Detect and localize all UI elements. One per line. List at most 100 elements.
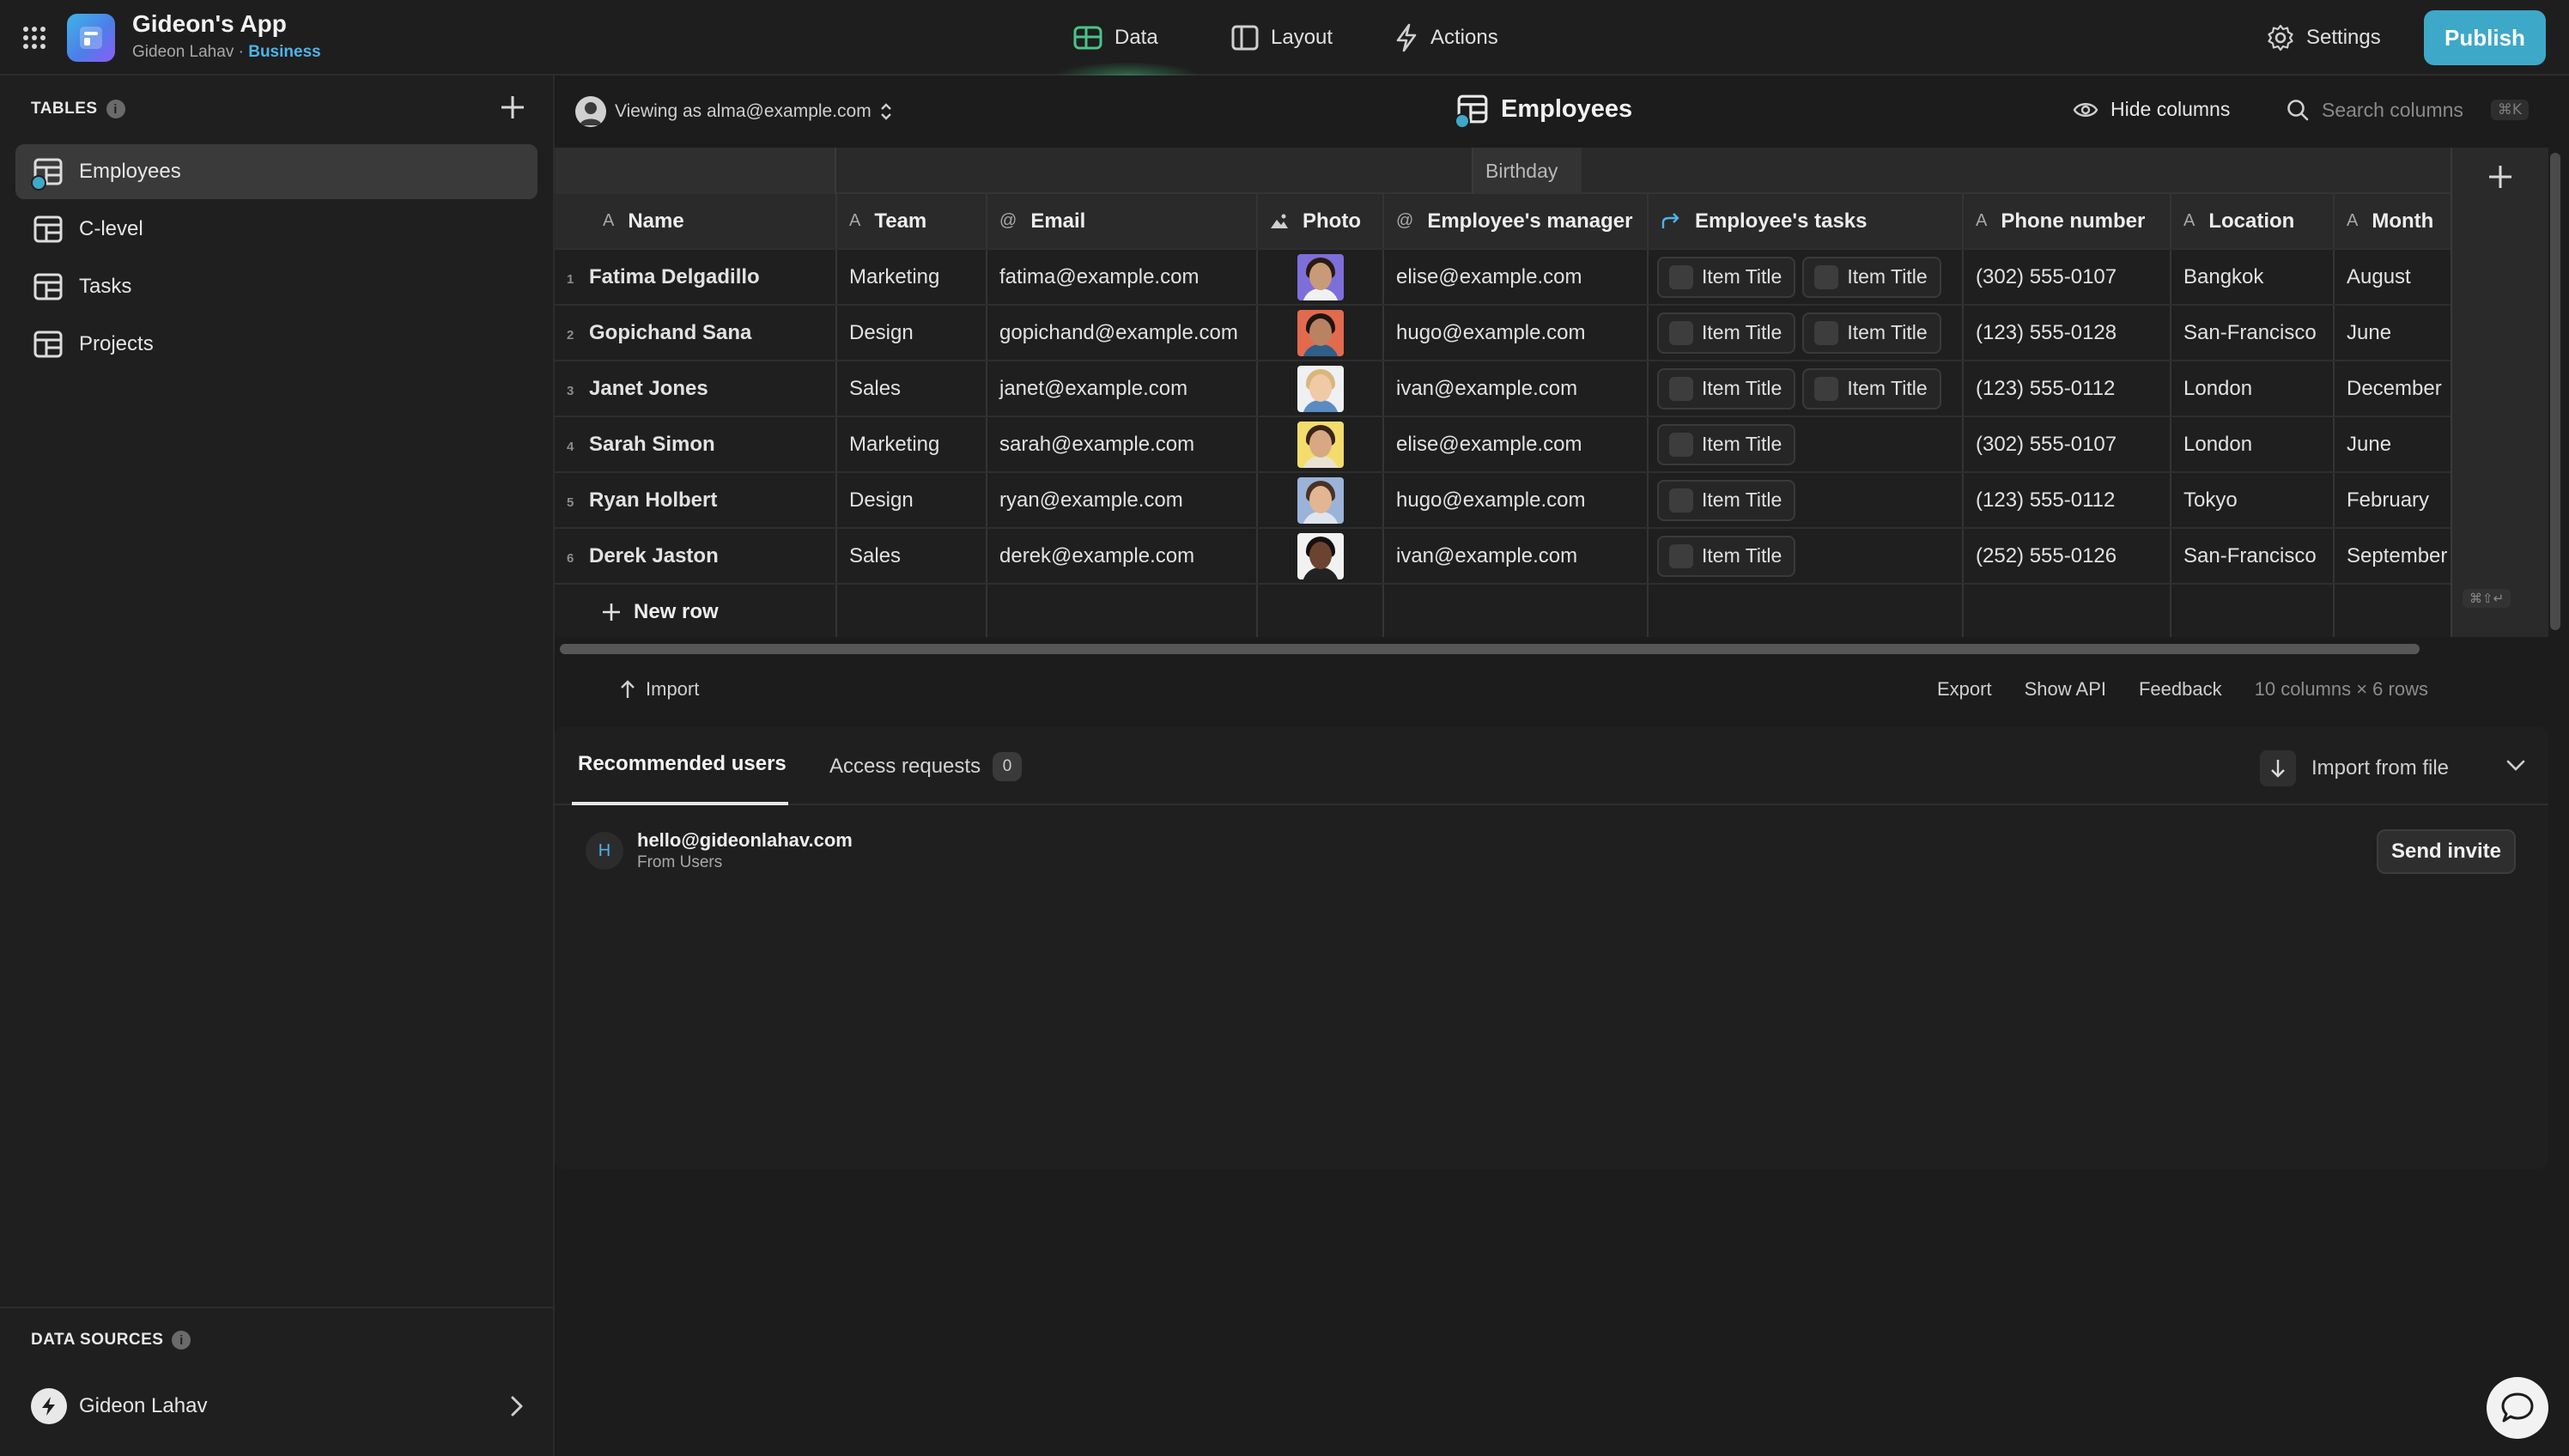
cell-tasks[interactable]: Item Title <box>1648 528 1964 585</box>
cell-phone[interactable]: (252) 555-0126 <box>1963 528 2171 585</box>
add-column-plus-icon[interactable] <box>2487 163 2514 191</box>
cell-phone[interactable]: (302) 555-0107 <box>1963 249 2171 306</box>
apps-grid-icon[interactable] <box>22 26 46 50</box>
task-chip[interactable]: Item Title <box>1657 423 1796 465</box>
sidebar-item-c-level[interactable]: C-level <box>15 202 537 257</box>
send-invite-button[interactable]: Send invite <box>2377 829 2516 874</box>
table-row[interactable]: 1 Fatima Delgadillo Marketing fatima@exampl… <box>555 249 2463 306</box>
cell-photo[interactable] <box>1257 361 1384 417</box>
column-header-tasks[interactable]: Employee's tasks <box>1648 194 1964 250</box>
cell-photo[interactable] <box>1257 249 1384 306</box>
publish-button[interactable]: Publish <box>2424 10 2546 65</box>
cell-manager[interactable]: elise@example.com <box>1383 416 1649 473</box>
cell-month[interactable]: December <box>2334 361 2463 417</box>
cell-name[interactable]: 5 Ryan Holbert <box>555 472 837 529</box>
table-row[interactable]: 2 Gopichand Sana Design gopichand@example.c… <box>555 305 2463 361</box>
tab-recommended-users[interactable]: Recommended users <box>578 752 786 776</box>
cell-phone[interactable]: (302) 555-0107 <box>1963 416 2171 473</box>
cell-email[interactable]: ryan@example.com <box>987 472 1258 529</box>
cell-manager[interactable]: elise@example.com <box>1383 249 1649 306</box>
cell-name[interactable]: 3 Janet Jones <box>555 361 837 417</box>
cell-team[interactable]: Design <box>836 472 987 529</box>
cell-team[interactable]: Marketing <box>836 249 987 306</box>
chevron-down-icon[interactable] <box>2505 759 2526 773</box>
sidebar-item-employees[interactable]: Employees <box>15 144 537 199</box>
cell-phone[interactable]: (123) 555-0128 <box>1963 305 2171 361</box>
task-chip[interactable]: Item Title <box>1657 367 1796 410</box>
cell-tasks[interactable]: Item Title Item Title <box>1648 305 1964 361</box>
cell-team[interactable]: Marketing <box>836 416 987 473</box>
cell-location[interactable]: London <box>2171 416 2335 473</box>
cell-manager[interactable]: ivan@example.com <box>1383 528 1649 585</box>
cell-month[interactable]: August <box>2334 249 2463 306</box>
cell-month[interactable]: June <box>2334 416 2463 473</box>
cell-tasks[interactable]: Item Title <box>1648 472 1964 529</box>
cell-email[interactable]: derek@example.com <box>987 528 1258 585</box>
feedback-link[interactable]: Feedback <box>2139 678 2222 701</box>
import-button[interactable]: Import <box>620 678 699 701</box>
task-chip[interactable]: Item Title <box>1657 312 1796 354</box>
show-api-link[interactable]: Show API <box>2025 678 2106 701</box>
cell-tasks[interactable]: Item Title Item Title <box>1648 249 1964 306</box>
cell-name[interactable]: 6 Derek Jaston <box>555 528 837 585</box>
cell-email[interactable]: gopichand@example.com <box>987 305 1258 361</box>
chat-support-button[interactable] <box>2487 1377 2548 1439</box>
tab-data[interactable]: Data <box>1073 0 1158 76</box>
cell-month[interactable]: June <box>2334 305 2463 361</box>
cell-photo[interactable] <box>1257 416 1384 473</box>
cell-name[interactable]: 2 Gopichand Sana <box>555 305 837 361</box>
cell-month[interactable]: February <box>2334 472 2463 529</box>
column-group-birthday[interactable]: Birthday <box>1472 148 1582 194</box>
tab-actions[interactable]: Actions <box>1394 0 1498 76</box>
search-columns-input[interactable]: Search columns ⌘K <box>2286 98 2530 122</box>
column-header-name[interactable]: A Name <box>555 194 837 250</box>
cell-name[interactable]: 4 Sarah Simon <box>555 416 837 473</box>
cell-name[interactable]: 1 Fatima Delgadillo <box>555 249 837 306</box>
cell-team[interactable]: Sales <box>836 528 987 585</box>
task-chip[interactable]: Item Title <box>1657 479 1796 521</box>
info-icon[interactable]: i <box>106 100 125 118</box>
task-chip[interactable]: Item Title <box>1802 312 1941 354</box>
column-header-phone[interactable]: A Phone number <box>1963 194 2171 250</box>
column-header-location[interactable]: A Location <box>2171 194 2335 250</box>
chevron-right-icon[interactable] <box>510 1395 524 1417</box>
table-row[interactable]: 3 Janet Jones Sales janet@example.com ivan@e… <box>555 361 2463 417</box>
column-header-month[interactable]: A Month <box>2334 194 2463 250</box>
column-header-email[interactable]: @ Email <box>987 194 1258 250</box>
add-table-plus-icon[interactable] <box>498 93 527 122</box>
cell-tasks[interactable]: Item Title <box>1648 416 1964 473</box>
plan-badge[interactable]: Business <box>248 43 320 61</box>
table-row[interactable]: 6 Derek Jaston Sales derek@example.com ivan@… <box>555 528 2463 585</box>
cell-photo[interactable] <box>1257 528 1384 585</box>
cell-email[interactable]: sarah@example.com <box>987 416 1258 473</box>
cell-month[interactable]: September <box>2334 528 2463 585</box>
table-row[interactable]: 5 Ryan Holbert Design ryan@example.com hugo@… <box>555 472 2463 529</box>
viewing-as-selector[interactable]: Viewing as alma@example.com <box>575 96 892 127</box>
task-chip[interactable]: Item Title <box>1802 256 1941 298</box>
cell-phone[interactable]: (123) 555-0112 <box>1963 472 2171 529</box>
task-chip[interactable]: Item Title <box>1657 256 1796 298</box>
task-chip[interactable]: Item Title <box>1802 367 1941 410</box>
settings-button[interactable]: Settings <box>2267 0 2381 76</box>
new-row-button[interactable]: New row <box>555 584 837 637</box>
cell-manager[interactable]: hugo@example.com <box>1383 305 1649 361</box>
import-from-file-button[interactable]: Import from file <box>2260 750 2449 786</box>
horizontal-scrollbar[interactable] <box>560 644 2420 654</box>
column-header-team[interactable]: A Team <box>836 194 987 250</box>
app-logo[interactable] <box>67 14 115 62</box>
cell-photo[interactable] <box>1257 472 1384 529</box>
app-name[interactable]: Gideon's App <box>132 10 287 38</box>
cell-manager[interactable]: ivan@example.com <box>1383 361 1649 417</box>
column-header-photo[interactable]: Photo <box>1257 194 1384 250</box>
export-link[interactable]: Export <box>1937 678 1992 701</box>
cell-manager[interactable]: hugo@example.com <box>1383 472 1649 529</box>
cell-location[interactable]: San-Francisco <box>2171 528 2335 585</box>
cell-location[interactable]: Bangkok <box>2171 249 2335 306</box>
cell-phone[interactable]: (123) 555-0112 <box>1963 361 2171 417</box>
cell-team[interactable]: Sales <box>836 361 987 417</box>
cell-team[interactable]: Design <box>836 305 987 361</box>
data-source-item[interactable]: Gideon Lahav <box>31 1387 524 1425</box>
hide-columns-button[interactable]: Hide columns <box>2073 98 2230 121</box>
vertical-scrollbar[interactable] <box>2550 153 2560 630</box>
info-icon[interactable]: i <box>172 1331 191 1350</box>
